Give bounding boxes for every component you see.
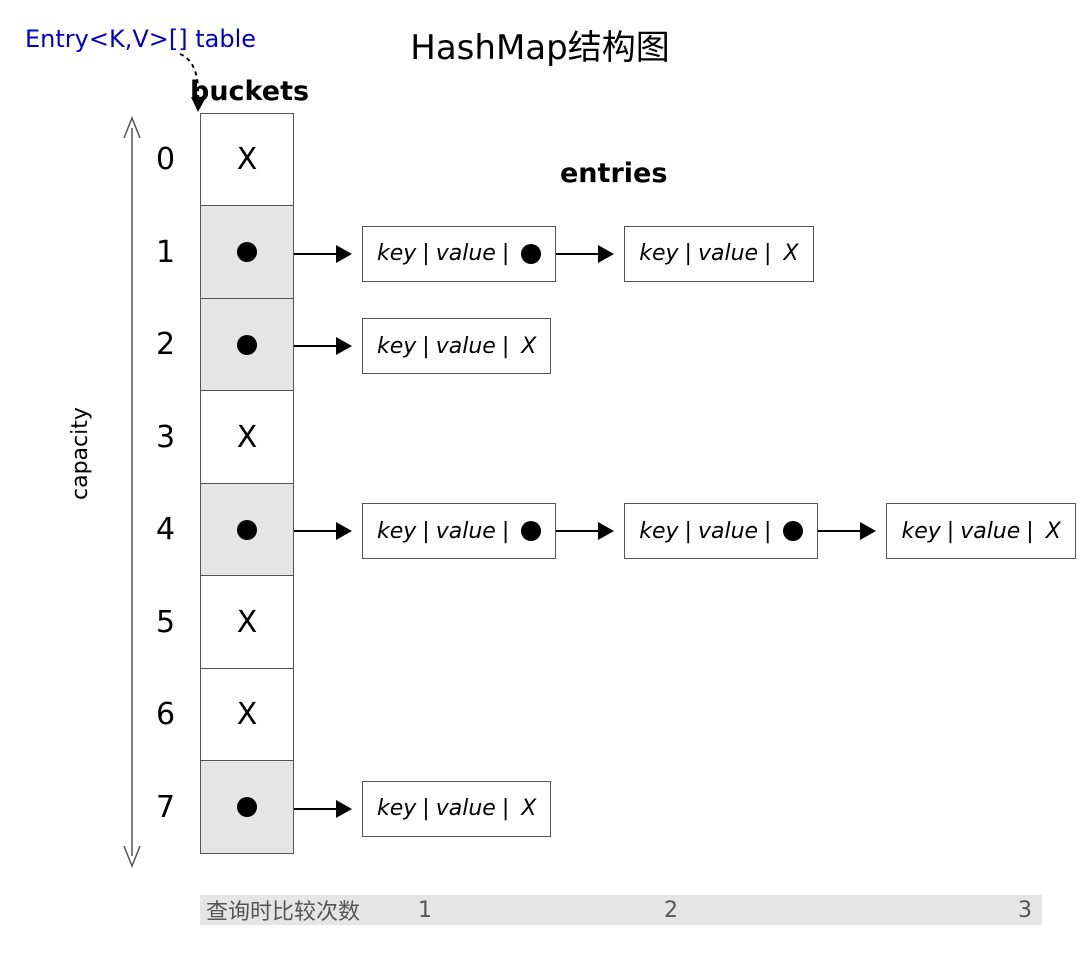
arrow-icon bbox=[818, 503, 886, 559]
bucket-cell: 3X bbox=[200, 390, 294, 484]
bucket-cell: 6X bbox=[200, 668, 294, 762]
entry-chain-row: key|value|X bbox=[294, 781, 551, 837]
entry-key: key bbox=[639, 519, 678, 544]
bucket-index: 0 bbox=[156, 142, 175, 177]
null-marker: X bbox=[783, 241, 798, 266]
entry-key: key bbox=[377, 519, 416, 544]
entry-chain-row: key|value| key|value|X bbox=[294, 226, 814, 282]
bucket-cell: 1 bbox=[200, 205, 294, 299]
footer-label: 查询时比较次数 bbox=[200, 894, 400, 926]
entry-value: value bbox=[960, 519, 1020, 544]
entry-key: key bbox=[377, 334, 416, 359]
pointer-dot-icon bbox=[521, 244, 541, 264]
null-marker: X bbox=[521, 334, 536, 359]
entry-node: key|value| bbox=[362, 226, 556, 282]
entry-node: key|value| bbox=[624, 503, 818, 559]
entry-key: key bbox=[901, 519, 940, 544]
diagram-container: HashMap结构图 Entry<K,V>[] table buckets en… bbox=[0, 0, 1080, 962]
entry-node: key|value|X bbox=[362, 781, 551, 837]
null-marker: X bbox=[237, 605, 258, 640]
pointer-dot-icon bbox=[237, 797, 257, 817]
arrow-icon bbox=[294, 503, 362, 559]
entries-label: entries bbox=[560, 158, 667, 189]
pointer-dot-icon bbox=[237, 520, 257, 540]
arrow-icon bbox=[294, 781, 362, 837]
null-marker: X bbox=[1046, 519, 1061, 544]
arrow-icon bbox=[556, 226, 624, 282]
bucket-index: 4 bbox=[156, 512, 175, 547]
bucket-array: 0X123X45X6X7 bbox=[200, 114, 294, 854]
capacity-label: capacity bbox=[68, 407, 93, 500]
entry-key: key bbox=[377, 796, 416, 821]
entry-chain-row: key|value|X bbox=[294, 318, 551, 374]
pointer-dot-icon bbox=[521, 521, 541, 541]
entry-value: value bbox=[698, 241, 758, 266]
bucket-index: 6 bbox=[156, 697, 175, 732]
bucket-index: 1 bbox=[156, 235, 175, 270]
entry-node: key|value|X bbox=[624, 226, 813, 282]
footer-num-2: 2 bbox=[602, 898, 848, 923]
bucket-cell: 4 bbox=[200, 483, 294, 577]
entry-chain-row: key|value| key|value| key|value|X bbox=[294, 503, 1076, 559]
arrow-icon bbox=[556, 503, 624, 559]
bucket-index: 5 bbox=[156, 605, 175, 640]
footer-num-3: 3 bbox=[848, 898, 1042, 923]
bucket-index: 3 bbox=[156, 420, 175, 455]
capacity-double-arrow bbox=[122, 114, 142, 870]
bucket-cell: 0X bbox=[200, 113, 294, 207]
entry-node: key|value| bbox=[362, 503, 556, 559]
entry-value: value bbox=[698, 519, 758, 544]
footer-bar: 查询时比较次数 1 2 3 bbox=[200, 895, 1042, 925]
bucket-index: 2 bbox=[156, 327, 175, 362]
null-marker: X bbox=[237, 697, 258, 732]
pointer-dot-icon bbox=[237, 335, 257, 355]
entry-node: key|value|X bbox=[886, 503, 1075, 559]
entry-key: key bbox=[377, 241, 416, 266]
entry-value: value bbox=[436, 334, 496, 359]
entry-node: key|value|X bbox=[362, 318, 551, 374]
entry-key: key bbox=[639, 241, 678, 266]
entry-value: value bbox=[436, 241, 496, 266]
arrow-icon bbox=[294, 318, 362, 374]
bucket-cell: 7 bbox=[200, 760, 294, 854]
footer-num-1: 1 bbox=[400, 898, 602, 923]
bucket-cell: 5X bbox=[200, 575, 294, 669]
null-marker: X bbox=[521, 796, 536, 821]
entry-value: value bbox=[436, 796, 496, 821]
pointer-dot-icon bbox=[783, 521, 803, 541]
pointer-dot-icon bbox=[237, 242, 257, 262]
bucket-index: 7 bbox=[156, 790, 175, 825]
table-type-label: Entry<K,V>[] table bbox=[25, 25, 256, 53]
null-marker: X bbox=[237, 420, 258, 455]
entry-value: value bbox=[436, 519, 496, 544]
arrow-icon bbox=[294, 226, 362, 282]
table-pointer-arrow bbox=[170, 52, 210, 114]
bucket-cell: 2 bbox=[200, 298, 294, 392]
null-marker: X bbox=[237, 142, 258, 177]
